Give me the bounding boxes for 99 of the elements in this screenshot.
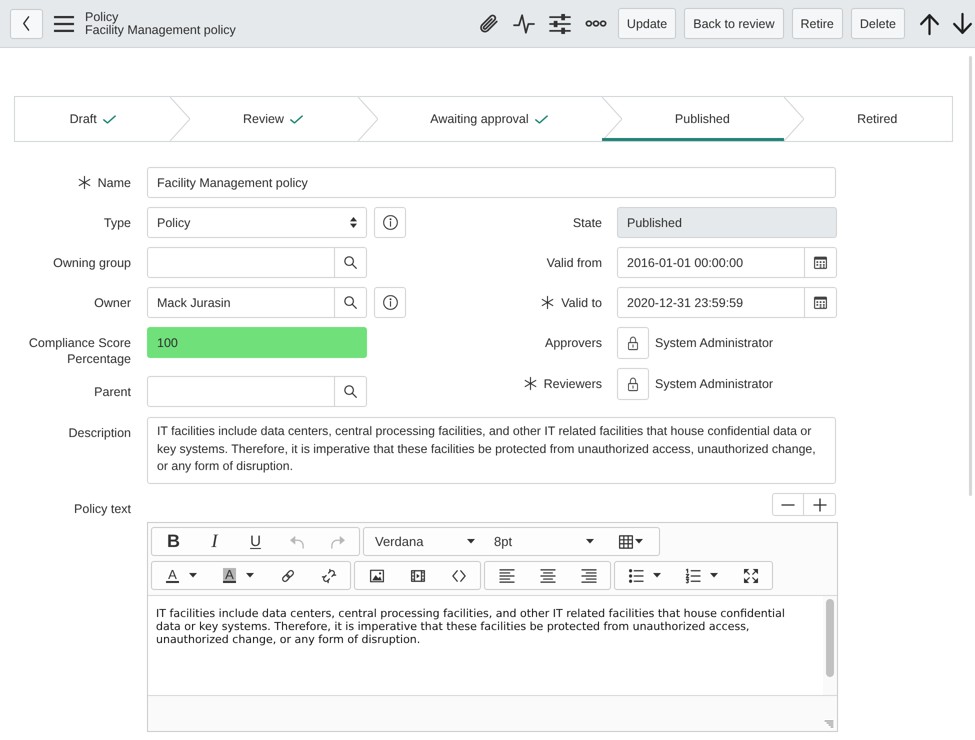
calendar-icon (814, 256, 827, 269)
caret-icon (188, 573, 197, 578)
search-icon (344, 296, 357, 309)
expand-button[interactable] (804, 493, 836, 516)
italic-button[interactable]: I (194, 528, 235, 555)
caret-icon (467, 539, 475, 544)
caret-icon (652, 573, 660, 578)
caret-icon (634, 539, 642, 544)
font-dropdown[interactable]: Verdana (365, 528, 484, 555)
underline-button[interactable]: U (235, 528, 276, 555)
fullscreen-icon (744, 568, 758, 582)
search-button[interactable] (335, 247, 367, 278)
align-left-icon (500, 568, 514, 582)
calendar-icon (814, 296, 827, 309)
text-color-button[interactable]: A (153, 562, 210, 589)
field-label: Type (104, 215, 131, 231)
scrollbar-thumb[interactable] (826, 599, 834, 677)
arrow-up-icon[interactable] (920, 14, 939, 34)
stage-label: Published (674, 112, 730, 126)
caret-icon (586, 539, 594, 544)
header-button[interactable]: Update (618, 8, 676, 39)
input-field[interactable]: 100 (147, 327, 367, 358)
info-icon (382, 295, 398, 310)
header-button[interactable]: Retire (792, 8, 843, 39)
caret-icon (710, 573, 718, 578)
input-field[interactable]: Facility Management policy (147, 167, 836, 198)
calendar-button[interactable] (805, 287, 837, 318)
search-button[interactable] (335, 287, 367, 318)
input-field[interactable]: 2016-01-01 00:00:00 (617, 247, 805, 278)
caret-icon (246, 573, 254, 578)
calendar-button[interactable] (805, 247, 837, 278)
select-field[interactable]: Policy (147, 207, 367, 238)
header-button[interactable]: Back to review (684, 8, 784, 39)
numbered-list-icon (686, 568, 700, 582)
field-value: System Administrator (655, 377, 774, 391)
sliders-icon[interactable] (550, 14, 570, 34)
pulse-icon[interactable] (514, 14, 534, 34)
code-icon (452, 568, 466, 582)
search-icon (344, 385, 357, 398)
select-arrows-icon (350, 217, 357, 228)
field-label: Valid to (561, 295, 602, 311)
arrow-down-icon[interactable] (953, 14, 972, 34)
record-name: Facility Management policy (85, 24, 236, 36)
field-label: Compliance Score Percentage (28, 335, 131, 367)
align-right-icon (582, 568, 596, 582)
field-label: Reviewers (544, 376, 602, 392)
input-field[interactable]: Mack Jurasin (147, 287, 335, 318)
field-label: Valid from (546, 255, 602, 271)
info-button[interactable] (374, 207, 406, 238)
broken-link-icon (322, 568, 336, 582)
table-icon (618, 534, 632, 548)
lock-button[interactable] (617, 368, 649, 400)
field-label: Owner (94, 295, 131, 311)
align-center-icon (540, 568, 554, 582)
field-label: State (572, 215, 602, 231)
editor-text[interactable]: IT facilities include data centers, central processing facilities, and other IT related facilities that house confidential data or key systems. Therefore, it is imperative that these facilities be protected from unauthorized access, unauthorized change, or any form of disruption. (156, 607, 801, 646)
info-icon (382, 215, 398, 230)
bold-button[interactable]: B (153, 528, 194, 555)
field-value: System Administrator (655, 336, 774, 350)
input-field[interactable] (147, 376, 335, 407)
image-icon (370, 568, 384, 582)
stage-label: Review (242, 112, 284, 126)
link-icon (280, 568, 294, 582)
menu-icon[interactable] (54, 16, 74, 32)
field-label: Approvers (545, 335, 602, 351)
font-size-dropdown[interactable]: 8pt (484, 528, 603, 555)
plus-icon (814, 498, 826, 510)
input-field[interactable] (147, 247, 335, 278)
page-scrollbar[interactable] (969, 56, 972, 496)
description-field[interactable]: IT facilities include data centers, central processing facilities, and other IT related facilities that house confidential data or key systems. Therefore, it is imperative that these facilities be protected from unauthorized access, unauthorized change, or any form of disruption. (147, 417, 836, 484)
paperclip-icon[interactable] (478, 14, 498, 34)
field-label: Parent (94, 384, 131, 400)
more-icon[interactable] (586, 20, 606, 27)
resize-grip-icon[interactable] (824, 718, 834, 728)
background-color-button[interactable]: A (210, 562, 267, 589)
film-icon (410, 568, 424, 582)
field-label: Owning group (53, 255, 131, 271)
header-button[interactable]: Delete (850, 8, 905, 39)
search-button[interactable] (335, 376, 367, 407)
info-button[interactable] (374, 287, 406, 318)
stage-label: Retired (857, 112, 898, 126)
input-field: Published (617, 207, 837, 238)
record-type: Policy (85, 10, 118, 24)
lock-button[interactable] (617, 327, 649, 359)
input-field[interactable]: 2020-12-31 23:59:59 (617, 287, 805, 318)
search-icon (344, 256, 357, 269)
back-button[interactable] (10, 8, 43, 38)
stage-label: Awaiting approval (430, 112, 529, 126)
field-label: Policy text (74, 501, 131, 517)
redo-icon (330, 534, 344, 548)
field-label: Description (68, 425, 131, 441)
background-color-icon: A (223, 568, 236, 583)
field-label: Name (98, 175, 131, 191)
lock-icon (627, 377, 639, 391)
bullet-list-icon (628, 568, 642, 582)
stage-label: Draft (70, 112, 97, 126)
undo-icon (290, 534, 304, 548)
lock-icon (627, 336, 639, 350)
chevron-left-icon (21, 16, 32, 31)
